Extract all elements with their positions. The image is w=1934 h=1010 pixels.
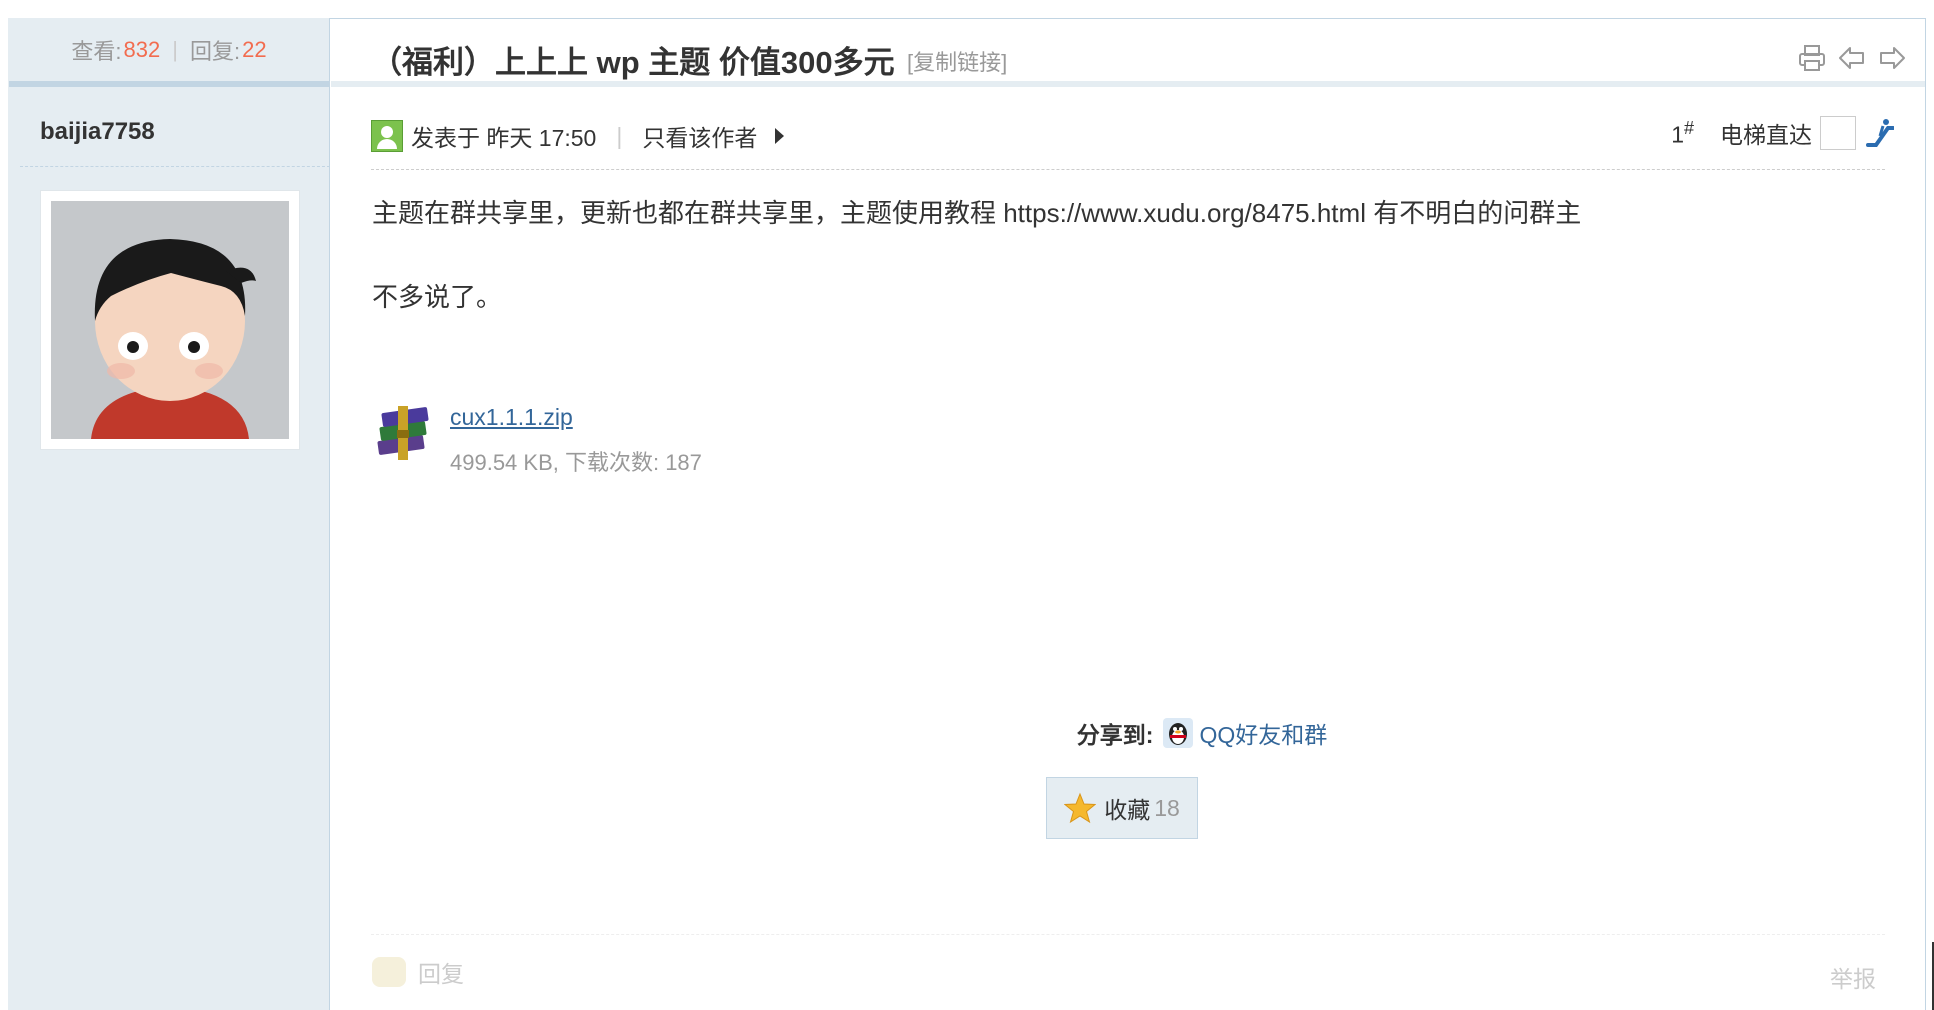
favorite-label: 收藏 [1104, 797, 1151, 823]
post-footer-divider [371, 934, 1885, 935]
favorite-count: 18 [1154, 794, 1180, 821]
post-line: 主题在群共享里，更新也都在群共享里，主题使用教程 https://www.xud… [372, 198, 1582, 228]
copy-link-button[interactable]: [复制链接] [907, 45, 1007, 77]
post-floor-tools: 1# 电梯直达 [1671, 116, 1895, 150]
avatar[interactable] [40, 190, 300, 450]
elevator-label: 电梯直达 [1720, 122, 1812, 148]
post-header-divider [371, 169, 1885, 170]
share-qq-link[interactable]: QQ好友和群 [1199, 716, 1327, 750]
star-icon [1063, 792, 1097, 824]
post-line: 不多说了。 [372, 282, 503, 312]
report-link[interactable]: 举报 [1830, 960, 1876, 994]
rar-archive-icon [372, 404, 434, 466]
favorite-button[interactable]: 收藏 18 [1046, 777, 1198, 839]
meta-divider: | [616, 122, 623, 149]
attachment-meta: 499.54 KB, 下载次数: 187 [450, 450, 702, 475]
qq-penguin-icon[interactable] [1163, 718, 1194, 748]
attachment-link[interactable]: cux1.1.1.zip [450, 404, 702, 431]
reply-bubble-icon [372, 957, 406, 987]
share-bar: 分享到: QQ好友和群 [0, 716, 1934, 750]
replies-label: 回复: [189, 39, 241, 64]
replies-count: 22 [242, 37, 267, 62]
only-author-link[interactable]: 只看该作者 [642, 119, 757, 153]
reply-button[interactable]: 回复 [372, 955, 464, 989]
views-label: 查看: [71, 39, 122, 64]
floor-jump-input[interactable] [1820, 116, 1856, 150]
author-name[interactable]: baijia7758 [40, 118, 155, 146]
post-time: 发表于 昨天 17:50 [411, 125, 597, 151]
previous-thread-icon[interactable] [1837, 43, 1867, 73]
print-icon[interactable] [1797, 43, 1827, 73]
attachment: cux1.1.1.zip 499.54 KB, 下载次数: 187 [372, 404, 702, 477]
share-label: 分享到: [1076, 722, 1154, 748]
escalator-icon[interactable] [1866, 118, 1895, 148]
triangle-right-icon[interactable] [775, 128, 785, 144]
floor-number[interactable]: 1# [1671, 118, 1694, 149]
thread-title-bar: （福利）上上上 wp 主题 价值300多元 [复制链接] [331, 19, 1925, 87]
next-thread-icon[interactable] [1877, 43, 1907, 73]
title-actions [1797, 43, 1907, 73]
stats-divider: | [172, 37, 178, 62]
thread-stats: 查看: 832 | 回复: 22 [9, 19, 329, 87]
thread-title: （福利）上上上 wp 主题 价值300多元 [371, 45, 895, 80]
post-body: 主题在群共享里，更新也都在群共享里，主题使用教程 https://www.xud… [372, 195, 1581, 315]
post-meta: 发表于 昨天 17:50 | 只看该作者 [371, 118, 785, 154]
reply-label: 回复 [418, 961, 464, 987]
sidebar-divider [20, 166, 330, 167]
avatar-image [51, 201, 289, 439]
views-count: 832 [123, 37, 161, 62]
online-user-icon [371, 120, 403, 152]
